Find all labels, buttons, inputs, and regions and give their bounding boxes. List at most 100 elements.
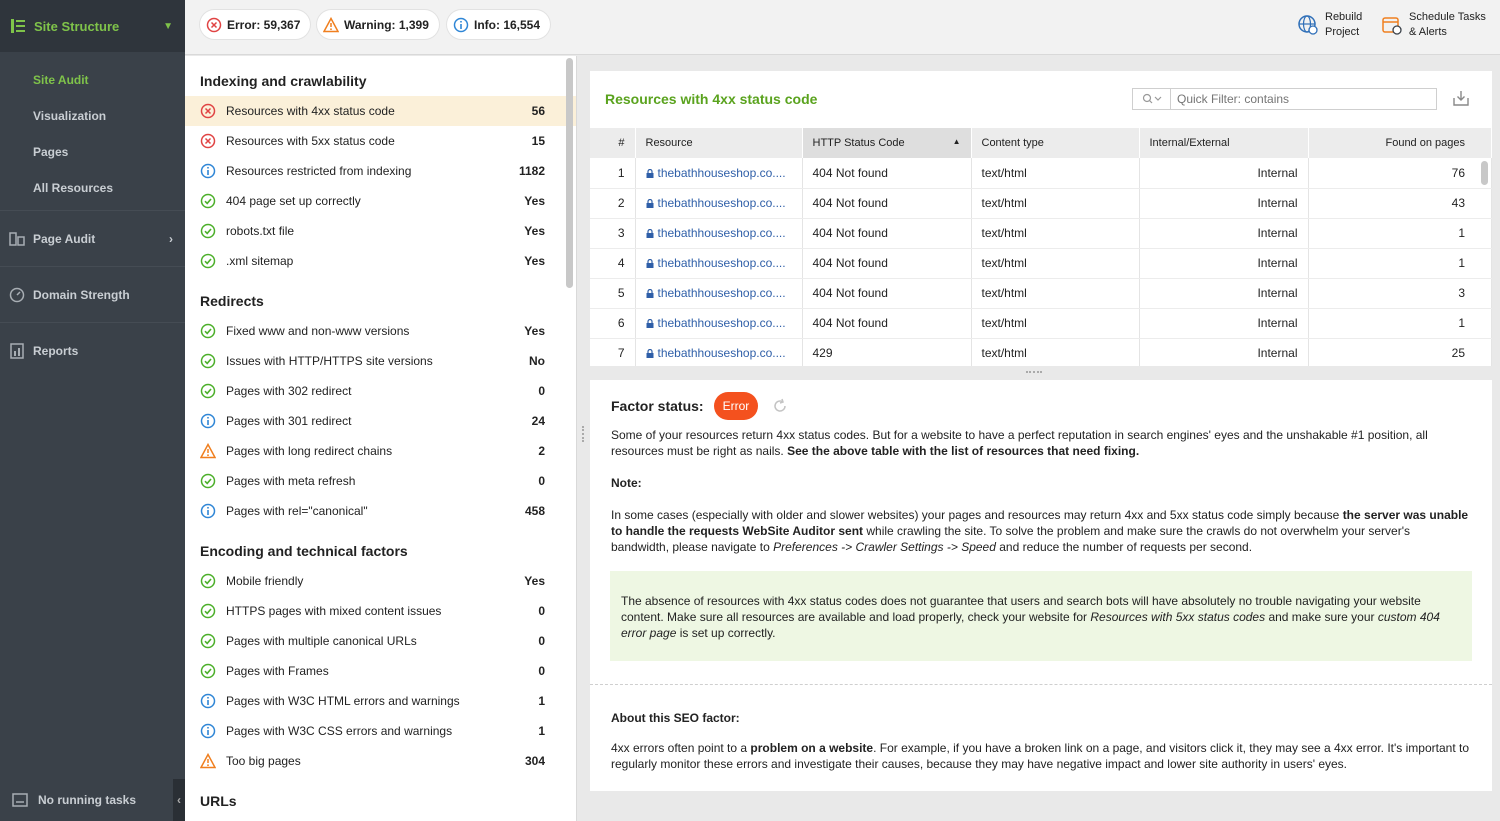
sidebar-item-all-resources[interactable]: All Resources bbox=[0, 170, 185, 206]
search-icon[interactable] bbox=[1133, 89, 1171, 109]
sidebar-item-visualization[interactable]: Visualization bbox=[0, 98, 185, 134]
cell-resource[interactable]: thebathhouseshop.co.... bbox=[635, 188, 803, 219]
table-row[interactable]: 7 thebathhouseshop.co.... 429 text/html Inte… bbox=[590, 338, 1492, 366]
factor-row[interactable]: Pages with 301 redirect 24 bbox=[185, 406, 576, 436]
resource-url: thebathhouseshop.co.... bbox=[657, 196, 786, 210]
vertical-splitter[interactable] bbox=[578, 56, 590, 821]
lock-icon bbox=[646, 259, 653, 268]
table-row[interactable]: 3 thebathhouseshop.co.... 404 Not found tex… bbox=[590, 218, 1492, 249]
rebuild-project-button[interactable]: Rebuild Project bbox=[1297, 10, 1362, 40]
column-header-index[interactable]: # bbox=[590, 128, 636, 158]
info-icon bbox=[200, 163, 216, 179]
cell-index: 7 bbox=[590, 338, 636, 366]
factor-value: Yes bbox=[524, 324, 545, 338]
factor-row[interactable]: Resources with 5xx status code 15 bbox=[185, 126, 576, 156]
factor-row[interactable]: Resources restricted from indexing 1182 bbox=[185, 156, 576, 186]
factor-row[interactable]: Pages with multiple canonical URLs 0 bbox=[185, 626, 576, 656]
quick-filter bbox=[1132, 88, 1437, 110]
table-row[interactable]: 6 thebathhouseshop.co.... 404 Not found tex… bbox=[590, 308, 1492, 339]
factor-row[interactable]: Pages with Frames 0 bbox=[185, 656, 576, 686]
table-row[interactable]: 2 thebathhouseshop.co.... 404 Not found tex… bbox=[590, 188, 1492, 219]
table-scrollbar[interactable] bbox=[1481, 161, 1488, 185]
divider bbox=[590, 684, 1492, 685]
factor-label: Fixed www and non-www versions bbox=[226, 324, 410, 338]
factor-label: Pages with W3C HTML errors and warnings bbox=[226, 694, 460, 708]
factor-row[interactable]: 404 page set up correctly Yes bbox=[185, 186, 576, 216]
column-header-content-type[interactable]: Content type bbox=[971, 128, 1140, 158]
tip-text: The absence of resources with 4xx status… bbox=[621, 593, 1461, 641]
sidebar-item-reports[interactable]: Reports bbox=[0, 322, 185, 378]
check-icon bbox=[200, 193, 216, 209]
factor-row[interactable]: Issues with HTTP/HTTPS site versions No bbox=[185, 346, 576, 376]
sidebar-item-page-audit[interactable]: Page Audit › bbox=[0, 210, 185, 266]
factor-label: HTTPS pages with mixed content issues bbox=[226, 604, 442, 618]
cell-resource[interactable]: thebathhouseshop.co.... bbox=[635, 278, 803, 309]
resource-url: thebathhouseshop.co.... bbox=[657, 286, 786, 300]
task-status[interactable]: No running tasks ‹ bbox=[0, 779, 185, 821]
error-count-pill[interactable]: Error: 59,367 bbox=[200, 10, 311, 39]
factor-label: Pages with Frames bbox=[226, 664, 329, 678]
factor-row[interactable]: Fixed www and non-www versions Yes bbox=[185, 316, 576, 346]
cell-resource[interactable]: thebathhouseshop.co.... bbox=[635, 338, 803, 366]
cell-index: 2 bbox=[590, 188, 636, 219]
cell-resource[interactable]: thebathhouseshop.co.... bbox=[635, 218, 803, 249]
refresh-icon[interactable] bbox=[772, 398, 788, 414]
error-icon bbox=[206, 17, 222, 32]
table-row[interactable]: 5 thebathhouseshop.co.... 404 Not found tex… bbox=[590, 278, 1492, 309]
factor-row[interactable]: Pages with rel="canonical" 458 bbox=[185, 496, 576, 526]
sidebar-item-domain-strength[interactable]: Domain Strength bbox=[0, 266, 185, 322]
warning-count-pill[interactable]: Warning: 1,399 bbox=[317, 10, 439, 39]
top-bar: Error: 59,367 Warning: 1,399 Info: 16,55… bbox=[185, 0, 1500, 55]
factor-label: 404 page set up correctly bbox=[226, 194, 361, 208]
table-row[interactable]: 4 thebathhouseshop.co.... 404 Not found tex… bbox=[590, 248, 1492, 279]
factor-row[interactable]: Pages with 302 redirect 0 bbox=[185, 376, 576, 406]
factor-row[interactable]: Resources with 4xx status code 56 bbox=[185, 96, 576, 126]
cell-index: 5 bbox=[590, 278, 636, 309]
factor-row[interactable]: Pages with meta refresh 0 bbox=[185, 466, 576, 496]
resources-panel: Resources with 4xx status code # Resourc… bbox=[590, 71, 1492, 366]
sidebar-item-site-audit[interactable]: Site Audit bbox=[0, 62, 185, 98]
horizontal-splitter[interactable] bbox=[590, 367, 1492, 379]
column-header-found-on-pages[interactable]: Found on pages bbox=[1308, 128, 1492, 158]
check-icon bbox=[200, 573, 216, 589]
calendar-alert-icon bbox=[1382, 17, 1402, 35]
cell-resource[interactable]: thebathhouseshop.co.... bbox=[635, 308, 803, 339]
sidebar-header-site-structure[interactable]: Site Structure ▼ bbox=[0, 0, 185, 52]
column-header-internal-external[interactable]: Internal/External bbox=[1139, 128, 1309, 158]
info-count-pill[interactable]: Info: 16,554 bbox=[447, 10, 551, 39]
cell-content-type: text/html bbox=[971, 218, 1140, 249]
schedule-tasks-button[interactable]: Schedule Tasks & Alerts bbox=[1381, 10, 1486, 40]
cell-internal-external: Internal bbox=[1139, 188, 1309, 219]
cell-found-on-pages: 1 bbox=[1308, 248, 1492, 279]
factor-label: Pages with rel="canonical" bbox=[226, 504, 368, 518]
column-header-resource[interactable]: Resource bbox=[635, 128, 803, 158]
check-icon bbox=[200, 603, 216, 619]
column-header-http-status[interactable]: HTTP Status Code ▲ bbox=[802, 128, 972, 158]
lock-icon bbox=[646, 319, 653, 328]
list-scrollbar[interactable] bbox=[566, 58, 573, 288]
factor-row[interactable]: robots.txt file Yes bbox=[185, 216, 576, 246]
sidebar-item-pages[interactable]: Pages bbox=[0, 134, 185, 170]
cell-resource[interactable]: thebathhouseshop.co.... bbox=[635, 158, 803, 189]
collapse-sidebar-button[interactable]: ‹ bbox=[173, 779, 185, 821]
resource-url: thebathhouseshop.co.... bbox=[657, 346, 786, 360]
factor-row[interactable]: Mobile friendly Yes bbox=[185, 566, 576, 596]
factor-row[interactable]: Pages with long redirect chains 2 bbox=[185, 436, 576, 466]
cell-found-on-pages: 25 bbox=[1308, 338, 1492, 366]
table-row[interactable]: 1 thebathhouseshop.co.... 404 Not found tex… bbox=[590, 158, 1492, 189]
cell-internal-external: Internal bbox=[1139, 218, 1309, 249]
quick-filter-input[interactable] bbox=[1171, 92, 1431, 106]
note-text-part: and reduce the number of requests per se… bbox=[995, 540, 1253, 554]
info-icon bbox=[453, 17, 469, 32]
factor-value: 458 bbox=[524, 504, 545, 518]
factor-row[interactable]: HTTPS pages with mixed content issues 0 bbox=[185, 596, 576, 626]
cell-resource[interactable]: thebathhouseshop.co.... bbox=[635, 248, 803, 279]
export-icon[interactable] bbox=[1452, 89, 1470, 107]
factor-row[interactable]: Pages with W3C HTML errors and warnings 1 bbox=[185, 686, 576, 716]
factor-row[interactable]: Pages with W3C CSS errors and warnings 1 bbox=[185, 716, 576, 746]
factor-value: 1 bbox=[538, 694, 545, 708]
factor-row[interactable]: Too big pages 304 bbox=[185, 746, 576, 776]
cell-http-status: 404 Not found bbox=[802, 308, 972, 339]
error-icon bbox=[200, 103, 216, 119]
factor-row[interactable]: .xml sitemap Yes bbox=[185, 246, 576, 276]
